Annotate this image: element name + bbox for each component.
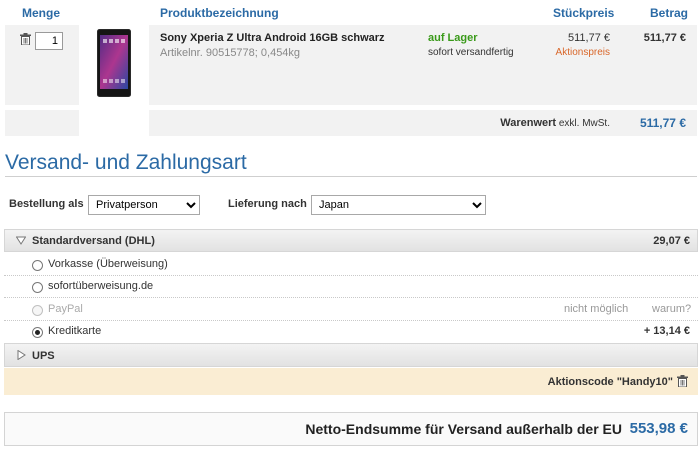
product-name[interactable]: Sony Xperia Z Ultra Android 16GB schwarz [160,32,385,44]
triangle-down-icon[interactable] [15,236,27,245]
section-title-underline [5,176,697,177]
subtotal-suffix: exkl. MwSt. [558,118,610,129]
payment-option-paypal: PayPal nicht möglich warum? [4,298,698,321]
radio-sofort[interactable] [32,281,43,293]
standard-shipping-label: Standardversand (DHL) [32,235,155,247]
stock-status: auf Lager [428,32,478,44]
payment-label-sofort: sofortüberweisung.de [48,280,154,292]
price-note: Aktionspreis [555,47,610,58]
subtotal-label: Warenwert [500,117,557,129]
quantity-input[interactable] [35,32,63,50]
header-stueckpreis: Stückpreis [553,6,615,20]
radio-paypal [32,304,43,316]
section-title: Versand- und Zahlungsart [5,151,247,174]
paypal-why-link[interactable]: warum? [652,303,691,315]
header-produkt: Produktbezeichnung [160,6,279,20]
header-betrag: Betrag [650,6,689,20]
triangle-right-icon[interactable] [17,349,26,361]
total-label: Netto-Endsumme für Versand außerhalb der… [305,421,622,437]
promo-trash-icon[interactable] [677,375,688,388]
ups-shipping-bar[interactable] [4,343,698,367]
product-image[interactable] [97,29,131,97]
unit-price: 511,77 € [567,32,610,44]
payment-option-sofort[interactable]: sofortüberweisung.de [4,276,698,298]
subtotal-label-wrap: Warenwert exkl. MwSt. [460,117,610,129]
payment-option-vorkasse[interactable]: Vorkasse (Überweisung) [4,253,698,276]
kreditkarte-surcharge: + 13,14 € [643,325,690,337]
order-as-label: Bestellung als [9,198,84,210]
shipping-ready: sofort versandfertig [428,47,514,58]
delivery-select[interactable]: Japan [311,195,486,215]
radio-kreditkarte[interactable] [32,326,43,338]
standard-shipping-price: 29,07 € [653,235,690,247]
payment-option-kreditkarte[interactable]: Kreditkarte + 13,14 € [4,321,698,343]
total-value: 553,98 € [629,420,688,437]
payment-label-kreditkarte: Kreditkarte [48,325,102,337]
delivery-label: Lieferung nach [228,198,307,210]
paypal-note: nicht möglich [564,303,629,315]
article-number: Artikelnr. 90515778; 0,454kg [160,47,301,59]
ups-label: UPS [32,350,55,362]
radio-vorkasse[interactable] [32,259,43,271]
order-as-select[interactable]: Privatperson [88,195,200,215]
trash-icon[interactable] [20,33,31,46]
item-total: 511,77 € [643,32,686,44]
subtotal-value: 511,77 € [639,116,686,130]
promo-code-label: Aktionscode "Handy10" [547,376,673,388]
payment-label-paypal: PayPal [48,303,83,315]
subtotal-row [149,110,697,136]
payment-label-vorkasse: Vorkasse (Überweisung) [48,258,168,270]
subtotal-left-cell [5,110,79,136]
header-menge: Menge [22,6,61,20]
